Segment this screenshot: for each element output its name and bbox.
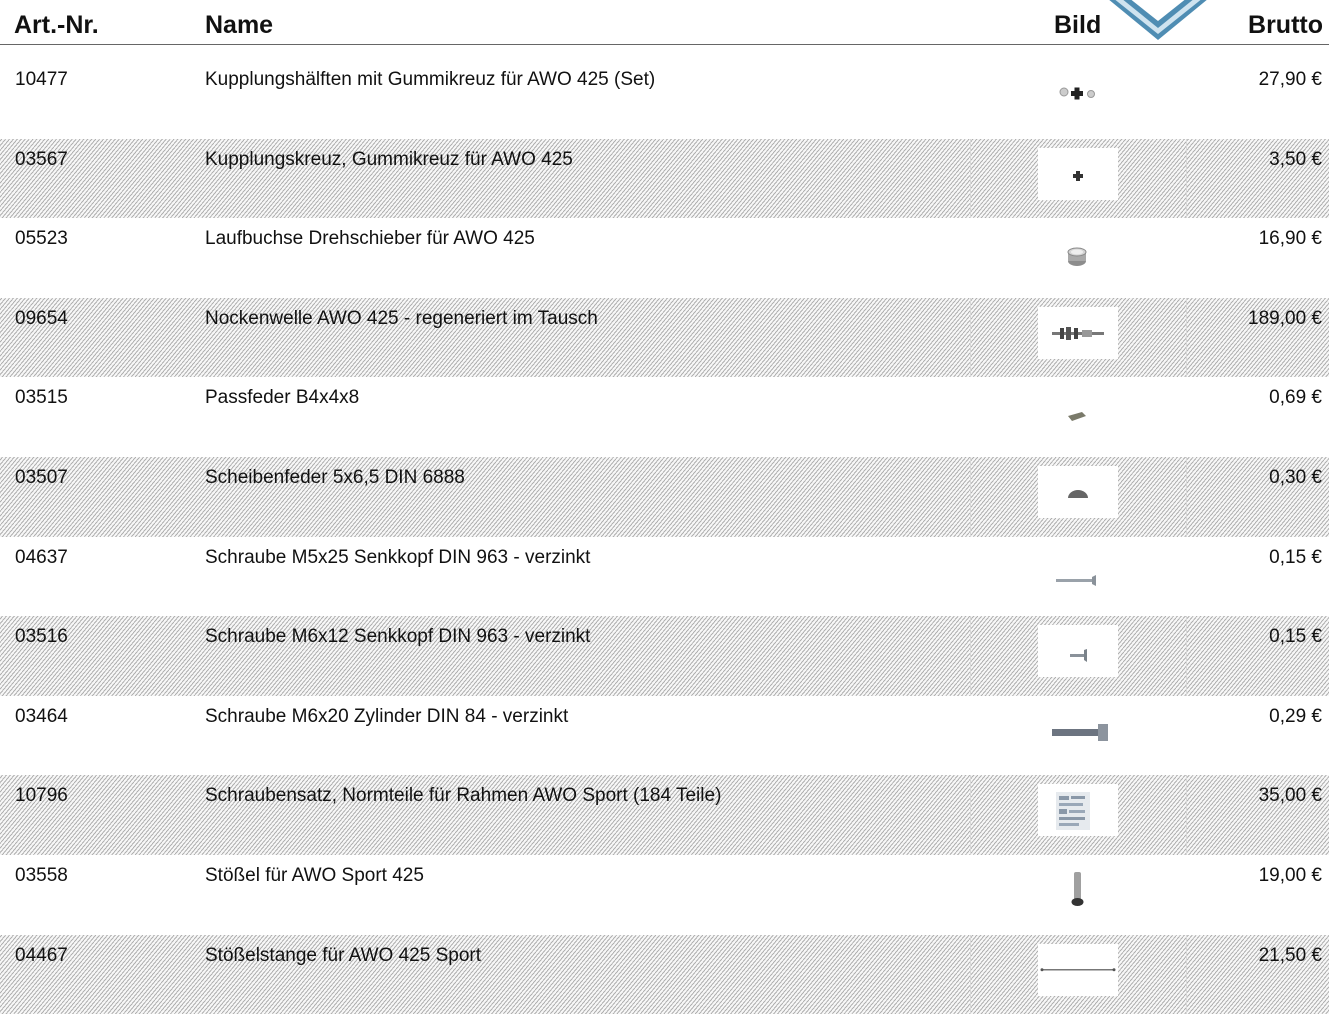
product-thumbnail[interactable] — [1038, 625, 1118, 678]
column-divider — [1186, 616, 1187, 696]
price: 189,00 € — [1248, 307, 1322, 329]
column-divider — [970, 297, 971, 378]
product-name-link[interactable]: Passfeder B4x4x8 — [205, 386, 359, 410]
product-name-link[interactable]: Kupplungskreuz, Gummikreuz für AWO 425 — [205, 148, 573, 172]
table-row[interactable]: 03507 Scheibenfeder 5x6,5 DIN 6888 0,30 … — [0, 456, 1329, 537]
table-row[interactable]: 03558 Stößel für AWO Sport 425 19,00 € — [0, 855, 1329, 935]
product-name-link[interactable]: Schraube M6x12 Senkkopf DIN 963 - verzin… — [205, 625, 590, 649]
article-number: 03567 — [15, 148, 68, 170]
product-name-link[interactable]: Kupplungshälften mit Gummikreuz für AWO … — [205, 68, 655, 92]
column-divider — [1186, 138, 1187, 219]
product-thumbnail[interactable] — [1038, 227, 1118, 279]
product-name-link[interactable]: Schraubensatz, Normteile für Rahmen AWO … — [205, 784, 721, 808]
cheese-head-screw-icon — [1052, 723, 1108, 741]
pushrod-icon — [1040, 967, 1116, 971]
product-thumbnail[interactable] — [1038, 943, 1118, 996]
product-name-link[interactable]: Stößelstange für AWO 425 Sport — [205, 944, 481, 968]
price: 19,00 € — [1258, 864, 1322, 886]
column-divider — [1186, 297, 1187, 378]
price: 35,00 € — [1258, 785, 1322, 807]
countersunk-screw-long-icon — [1056, 574, 1096, 586]
product-thumbnail[interactable] — [1038, 386, 1118, 438]
table-row[interactable]: 03464 Schraube M6x20 Zylinder DIN 84 - v… — [0, 696, 1329, 776]
product-table: 10477 Kupplungshälften mit Gummikreuz fü… — [0, 59, 1329, 1014]
product-name-link[interactable]: Schraube M6x20 Zylinder DIN 84 - verzink… — [205, 705, 568, 729]
price: 0,30 € — [1269, 466, 1322, 488]
article-number: 05523 — [15, 228, 68, 250]
bushing-icon — [1067, 247, 1087, 267]
article-number: 03464 — [15, 705, 68, 727]
screw-set-icon — [1056, 792, 1090, 831]
column-divider — [970, 456, 971, 537]
column-header-bild: Bild — [1054, 11, 1102, 39]
product-thumbnail[interactable] — [1038, 68, 1118, 120]
price: 0,15 € — [1269, 546, 1322, 568]
table-row[interactable]: 03516 Schraube M6x12 Senkkopf DIN 963 - … — [0, 616, 1329, 696]
price: 3,50 € — [1269, 148, 1322, 170]
product-name-link[interactable]: Nockenwelle AWO 425 - regeneriert im Tau… — [205, 307, 598, 331]
table-row[interactable]: 03567 Kupplungskreuz, Gummikreuz für AWO… — [0, 138, 1329, 219]
column-divider — [970, 934, 971, 1014]
article-number: 03516 — [15, 626, 68, 648]
product-thumbnail[interactable] — [1038, 864, 1118, 916]
product-name-link[interactable]: Laufbuchse Drehschieber für AWO 425 — [205, 227, 535, 251]
table-row[interactable]: 03515 Passfeder B4x4x8 0,69 € — [0, 377, 1329, 457]
table-row[interactable]: 09654 Nockenwelle AWO 425 - regeneriert … — [0, 297, 1329, 378]
column-divider — [970, 775, 971, 855]
price: 0,15 € — [1269, 626, 1322, 648]
article-number: 10477 — [15, 69, 68, 90]
woodruff-key-icon — [1068, 489, 1088, 498]
coupling-set-icon — [1059, 87, 1095, 100]
countersunk-screw-short-icon — [1070, 649, 1087, 663]
price: 16,90 € — [1258, 228, 1322, 250]
article-number: 03558 — [15, 864, 68, 886]
rubber-cross-icon — [1073, 170, 1083, 181]
column-header-brutto[interactable]: Brutto — [1248, 10, 1323, 40]
table-header: Art.-Nr. Name Bild Brutto — [0, 0, 1329, 45]
product-name-link[interactable]: Stößel für AWO Sport 425 — [205, 864, 424, 888]
table-row[interactable]: 04467 Stößelstange für AWO 425 Sport 21,… — [0, 934, 1329, 1014]
article-number: 03507 — [15, 466, 68, 488]
article-number: 04637 — [15, 546, 68, 568]
price: 27,90 € — [1258, 69, 1322, 90]
table-row[interactable]: 05523 Laufbuchse Drehschieber für AWO 42… — [0, 218, 1329, 298]
table-row[interactable]: 10796 Schraubensatz, Normteile für Rahme… — [0, 775, 1329, 855]
product-name-link[interactable]: Scheibenfeder 5x6,5 DIN 6888 — [205, 466, 465, 490]
table-row[interactable]: 10477 Kupplungshälften mit Gummikreuz fü… — [0, 59, 1329, 139]
table-row[interactable]: 04637 Schraube M5x25 Senkkopf DIN 963 - … — [0, 537, 1329, 617]
article-number: 03515 — [15, 387, 68, 409]
product-thumbnail[interactable] — [1038, 784, 1118, 837]
product-thumbnail[interactable] — [1038, 705, 1118, 757]
key-feather-icon — [1068, 412, 1086, 422]
product-thumbnail[interactable] — [1038, 306, 1118, 359]
column-divider — [1186, 456, 1187, 537]
column-divider — [1186, 775, 1187, 855]
article-number: 10796 — [15, 785, 68, 807]
column-divider — [970, 138, 971, 219]
product-thumbnail[interactable] — [1038, 465, 1118, 518]
column-divider — [1186, 934, 1187, 1014]
column-header-name[interactable]: Name — [205, 10, 273, 40]
article-number: 04467 — [15, 944, 68, 966]
product-thumbnail[interactable] — [1038, 546, 1118, 598]
price: 21,50 € — [1258, 944, 1322, 966]
column-divider — [970, 616, 971, 696]
column-header-art-nr[interactable]: Art.-Nr. — [14, 10, 99, 40]
camshaft-icon — [1052, 326, 1104, 340]
article-number: 09654 — [15, 307, 68, 329]
price: 0,29 € — [1269, 705, 1322, 727]
price: 0,69 € — [1269, 387, 1322, 409]
tappet-icon — [1071, 871, 1084, 906]
product-name-link[interactable]: Schraube M5x25 Senkkopf DIN 963 - verzin… — [205, 546, 590, 570]
product-thumbnail[interactable] — [1038, 147, 1118, 200]
